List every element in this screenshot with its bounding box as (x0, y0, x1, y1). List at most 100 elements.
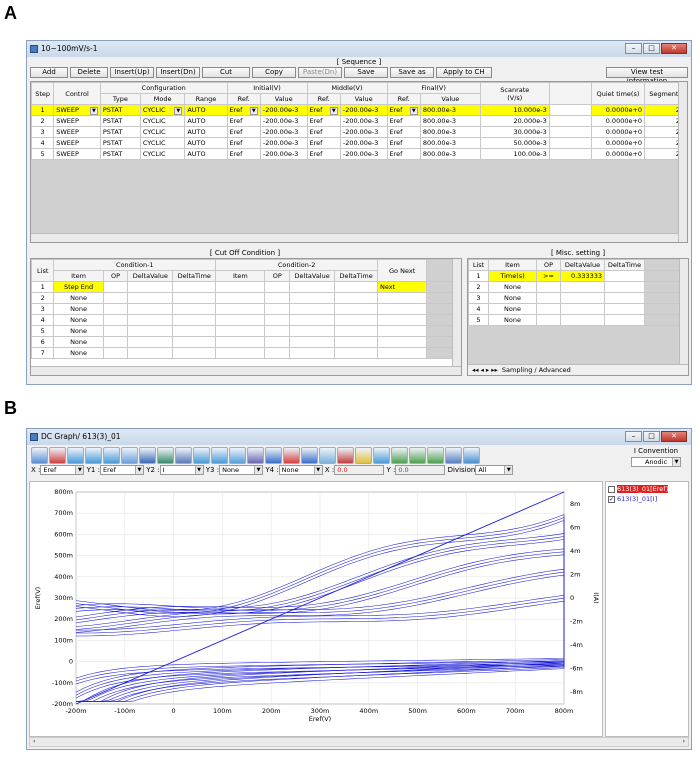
misc-cell[interactable]: None (488, 314, 537, 326)
cutoff-row[interactable]: 2 None (31, 292, 461, 304)
toolbar-tool-icon[interactable] (373, 447, 390, 464)
sequence-cell[interactable]: Eref ▼ (386, 104, 421, 116)
sequence-cell[interactable]: Eref (226, 137, 261, 149)
sequence-row[interactable]: 4 SWEEP PSTAT CYCLIC AUTO Eref -200.00e-3 Eref -… (31, 137, 687, 149)
cutoff-cell[interactable] (215, 347, 266, 359)
cutoff-cell[interactable] (215, 336, 266, 348)
sequence-cell[interactable]: 1 (31, 104, 55, 116)
cutoff-hscroll[interactable] (31, 366, 461, 375)
sequence-cell[interactable]: AUTO (184, 148, 228, 160)
graph-close-button[interactable]: ✕ (661, 431, 687, 442)
chevron-down-icon[interactable]: ▼ (174, 106, 183, 115)
sequence-cell[interactable]: CYCLIC (139, 115, 186, 127)
minimize-button[interactable]: – (625, 43, 642, 54)
maximize-button[interactable]: □ (643, 43, 660, 54)
sequence-cell[interactable]: 0.0000e+0 (590, 126, 646, 138)
sequence-row[interactable]: 1 SWEEP ▼ PSTAT CYCLIC ▼ AUTO Eref ▼ -200.00e-3 Er… (31, 104, 687, 116)
cutoff-cell[interactable] (289, 347, 336, 359)
cutoff-cell[interactable]: Next (376, 281, 428, 293)
add-button[interactable]: Add (30, 67, 68, 78)
cutoff-cell[interactable] (102, 303, 129, 315)
cutoff-cell[interactable] (334, 336, 378, 348)
sequence-cell[interactable]: 0.0000e+0 (590, 104, 646, 116)
cutoff-cell[interactable] (127, 281, 174, 293)
cutoff-cell[interactable] (289, 281, 336, 293)
cutoff-cell[interactable] (376, 292, 428, 304)
cutoff-cell[interactable] (289, 325, 336, 337)
sequence-row[interactable]: 2 SWEEP PSTAT CYCLIC AUTO Eref -200.00e-3 Eref -… (31, 115, 687, 127)
insert-dn-button[interactable]: Insert(Dn) (156, 67, 200, 78)
cutoff-cell[interactable] (264, 325, 291, 337)
cutoff-cell[interactable] (127, 336, 174, 348)
misc-row[interactable]: 5 None (468, 314, 688, 326)
sequence-cell[interactable]: CYCLIC (139, 137, 186, 149)
sequence-cell[interactable]: PSTAT (99, 148, 141, 160)
cutoff-cell[interactable] (127, 347, 174, 359)
toolbar-tool-icon[interactable] (175, 447, 192, 464)
sequence-cell[interactable]: -200.00e-3 (339, 137, 388, 149)
save-button[interactable]: Save (344, 67, 388, 78)
misc-cell[interactable] (560, 281, 605, 293)
chevron-down-icon[interactable]: ▼ (249, 106, 258, 115)
x-axis-select[interactable]: Eref ▼ (40, 465, 85, 475)
toolbar-tool-icon[interactable] (409, 447, 426, 464)
save-as-button[interactable]: Save as (390, 67, 434, 78)
misc-cell[interactable]: Time(s) (488, 270, 537, 282)
copy-button[interactable]: Copy (252, 67, 296, 78)
misc-cell[interactable] (536, 281, 561, 293)
sequence-cell[interactable] (548, 104, 592, 116)
toolbar-tool-icon[interactable] (319, 447, 336, 464)
misc-cell[interactable] (604, 314, 645, 326)
cutoff-cell[interactable] (264, 292, 291, 304)
sequence-cell[interactable] (548, 148, 592, 160)
cutoff-cell[interactable] (102, 292, 129, 304)
sequence-cell[interactable]: -200.00e-3 (259, 115, 308, 127)
legend-item[interactable]: ✓ 613(3)_01[I] (608, 494, 686, 504)
sequence-cell[interactable] (548, 126, 592, 138)
misc-vscroll[interactable] (679, 259, 688, 375)
cutoff-cell[interactable] (172, 347, 217, 359)
sequence-cell[interactable]: -200.00e-3 (259, 148, 308, 160)
sequence-cell[interactable]: 30.000e-3 (479, 126, 550, 138)
sequence-row[interactable]: 3 SWEEP PSTAT CYCLIC AUTO Eref -200.00e-3 Eref -… (31, 126, 687, 138)
sequence-cell[interactable]: -200.00e-3 (259, 104, 308, 116)
sequence-cell[interactable]: PSTAT (99, 104, 141, 116)
graph-minimize-button[interactable]: – (625, 431, 642, 442)
sequence-cell[interactable]: CYCLIC (139, 148, 186, 160)
cutoff-row[interactable]: 1 Step End Next (31, 281, 461, 293)
sequence-cell[interactable]: PSTAT (99, 126, 141, 138)
cutoff-cell[interactable] (264, 347, 291, 359)
misc-cell[interactable]: None (488, 292, 537, 304)
y4-axis-select[interactable]: None ▼ (278, 465, 323, 475)
sequence-cell[interactable]: 800.00e-3 (419, 126, 481, 138)
legend-item[interactable]: 613(3)_01[Eref] (608, 484, 686, 494)
cutoff-cell[interactable] (289, 292, 336, 304)
sequence-cell[interactable]: Eref (306, 115, 341, 127)
sequence-cell[interactable]: Eref ▼ (226, 104, 261, 116)
sequence-cell[interactable]: 800.00e-3 (419, 148, 481, 160)
sequence-cell[interactable]: Eref (306, 126, 341, 138)
toolbar-tool-icon[interactable] (157, 447, 174, 464)
insert-up-button[interactable]: Insert(Up) (110, 67, 154, 78)
cutoff-cell[interactable] (215, 325, 266, 337)
toolbar-tool-icon[interactable] (31, 447, 48, 464)
misc-cell[interactable] (604, 303, 645, 315)
sequence-cell[interactable]: 4 (31, 137, 55, 149)
cutoff-cell[interactable]: 1 (31, 281, 55, 293)
cutoff-cell[interactable] (334, 303, 378, 315)
misc-row[interactable]: 4 None (468, 303, 688, 315)
misc-cell[interactable] (604, 270, 645, 282)
sequence-cell[interactable]: 2 (31, 115, 55, 127)
cutoff-cell[interactable] (289, 314, 336, 326)
sequence-cell[interactable]: AUTO (184, 115, 228, 127)
misc-cell[interactable] (536, 292, 561, 304)
cutoff-cell[interactable] (127, 314, 174, 326)
misc-cell[interactable]: 2 (468, 281, 489, 293)
misc-cell[interactable]: 5 (468, 314, 489, 326)
sequence-cell[interactable]: -200.00e-3 (259, 126, 308, 138)
apply-to-ch-button[interactable]: Apply to CH (436, 67, 492, 78)
graph-maximize-button[interactable]: □ (643, 431, 660, 442)
cutoff-cell[interactable] (215, 314, 266, 326)
graph-hscroll[interactable]: ‹ › (29, 737, 689, 747)
cutoff-cell[interactable] (264, 281, 291, 293)
